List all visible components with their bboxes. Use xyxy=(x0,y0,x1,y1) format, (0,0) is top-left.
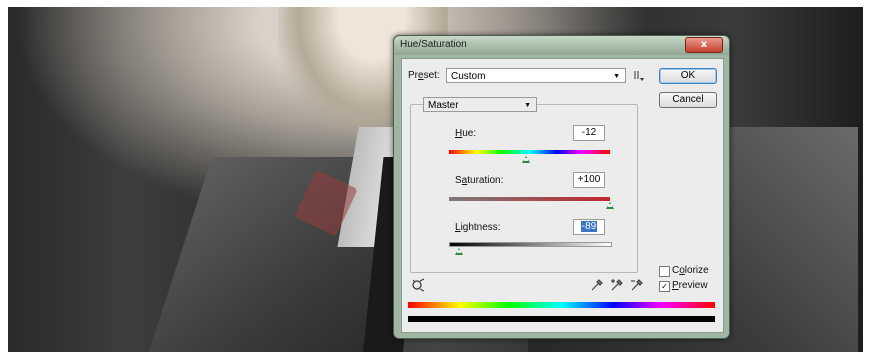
preset-label: Preset: xyxy=(408,70,440,81)
targeted-adjustment-icon[interactable] xyxy=(411,277,425,292)
ok-button[interactable]: OK xyxy=(659,68,717,84)
menu-options-icon[interactable] xyxy=(633,68,645,82)
colorize-label: Colorize xyxy=(672,265,709,276)
eyedropper-plus-icon[interactable] xyxy=(610,277,624,291)
preview-label: Preview xyxy=(672,280,708,291)
lightness-value-selected: -89 xyxy=(580,221,598,232)
cancel-button[interactable]: Cancel xyxy=(659,92,717,108)
adjustment-group: Master ▼ Hue: -12 Saturation: +100 Light… xyxy=(410,97,638,273)
eyedropper-icon[interactable] xyxy=(590,277,604,291)
dialog-body: Preset: Custom ▼ OK Cancel Master ▼ Hue:… xyxy=(401,58,724,333)
lightness-value-input[interactable]: -89 xyxy=(573,219,605,235)
lightness-bar xyxy=(449,242,612,247)
eyedropper-minus-icon[interactable] xyxy=(630,277,644,291)
preview-checkbox[interactable]: ✓ xyxy=(659,281,670,292)
saturation-bar xyxy=(449,197,610,201)
checkmark-icon: ✓ xyxy=(661,282,668,291)
output-color-bar xyxy=(408,316,715,322)
lightness-slider-thumb[interactable] xyxy=(455,248,463,255)
hue-spectrum-bar xyxy=(449,150,610,154)
channel-value: Master xyxy=(428,100,459,111)
channel-select[interactable]: Master ▼ xyxy=(423,97,537,112)
hue-slider-thumb[interactable] xyxy=(522,156,530,163)
preset-select[interactable]: Custom ▼ xyxy=(446,68,626,83)
title-bar[interactable]: Hue/Saturation x xyxy=(394,36,729,55)
colorize-checkbox[interactable] xyxy=(659,266,670,277)
close-button[interactable]: x xyxy=(685,37,723,53)
saturation-label: Saturation: xyxy=(455,175,504,186)
hue-value-input[interactable]: -12 xyxy=(573,125,605,141)
lightness-label: Lightness: xyxy=(455,222,501,233)
saturation-value-input[interactable]: +100 xyxy=(573,172,605,188)
input-color-bar xyxy=(408,302,715,308)
saturation-slider-thumb[interactable] xyxy=(606,202,614,209)
chevron-down-icon: ▼ xyxy=(613,73,620,80)
dialog-title: Hue/Saturation xyxy=(400,39,467,50)
chevron-down-icon: ▼ xyxy=(524,102,531,109)
hue-saturation-dialog: Hue/Saturation x Preset: Custom ▼ OK Can… xyxy=(393,35,730,339)
hue-label: Hue: xyxy=(455,128,477,139)
preset-value: Custom xyxy=(451,71,486,82)
